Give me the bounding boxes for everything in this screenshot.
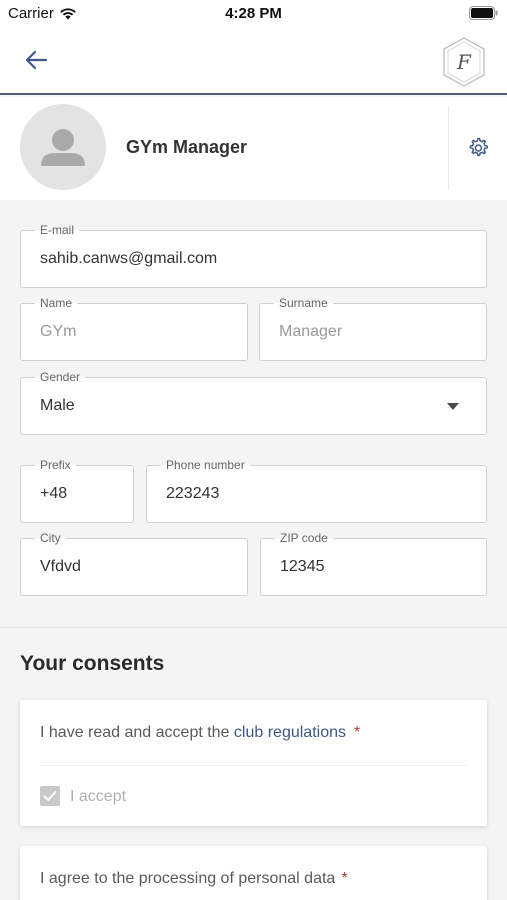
zip-value: 12345 xyxy=(280,558,325,575)
brand-logo: F xyxy=(443,37,485,87)
divider xyxy=(448,106,449,190)
logo-letter: F xyxy=(456,50,472,74)
gear-icon[interactable] xyxy=(466,136,490,160)
surname-field[interactable]: Surname Manager xyxy=(259,296,487,361)
city-field[interactable]: City Vfdvd xyxy=(20,531,248,596)
accept-label: I accept xyxy=(70,788,127,805)
back-button[interactable] xyxy=(20,46,52,74)
required-marker: * xyxy=(341,870,348,887)
phone-value: 223243 xyxy=(166,485,220,502)
gender-label: Gender xyxy=(35,370,86,384)
email-value: sahib.canws@gmail.com xyxy=(40,250,218,267)
prefix-value: +48 xyxy=(40,485,68,502)
consent-card: I have read and accept the club regulati… xyxy=(20,700,487,826)
surname-label: Surname xyxy=(274,296,333,310)
nav-bar: F xyxy=(0,28,507,95)
caret-down-icon xyxy=(447,403,459,410)
club-regulations-link[interactable]: club regulations xyxy=(234,724,346,741)
card-divider xyxy=(40,765,467,766)
name-value: GYm xyxy=(40,323,77,340)
name-label: Name xyxy=(35,296,78,310)
check-icon xyxy=(43,791,57,801)
consent-text: I have read and accept the club regulati… xyxy=(40,724,360,742)
clock: 4:28 PM xyxy=(225,5,282,22)
city-value: Vfdvd xyxy=(40,558,81,575)
section-divider xyxy=(0,627,507,628)
user-icon xyxy=(41,129,85,166)
arrow-left-icon xyxy=(25,50,48,70)
email-field[interactable]: E-mail sahib.canws@gmail.com xyxy=(20,223,487,288)
accept-checkbox[interactable] xyxy=(40,786,60,806)
consent-text-prefix: I have read and accept the xyxy=(40,724,234,741)
phone-label: Phone number xyxy=(161,458,250,472)
prefix-field[interactable]: Prefix +48 xyxy=(20,458,134,523)
consent-text-prefix: I agree to the processing of personal da… xyxy=(40,870,336,887)
zip-label: ZIP code xyxy=(275,531,333,545)
gender-select[interactable]: Gender Male xyxy=(20,370,487,435)
name-field[interactable]: Name GYm xyxy=(20,296,248,361)
profile-header: GYm Manager xyxy=(0,97,507,200)
surname-value: Manager xyxy=(279,323,343,340)
avatar[interactable] xyxy=(20,104,106,190)
prefix-label: Prefix xyxy=(35,458,76,472)
phone-field[interactable]: Phone number 223243 xyxy=(146,458,487,523)
status-bar: Carrier 4:28 PM xyxy=(0,0,507,28)
city-label: City xyxy=(35,531,66,545)
consent-text: I agree to the processing of personal da… xyxy=(40,870,348,888)
required-marker: * xyxy=(354,724,361,741)
consent-card: I agree to the processing of personal da… xyxy=(20,846,487,900)
zip-field[interactable]: ZIP code 12345 xyxy=(260,531,487,596)
gender-value: Male xyxy=(40,397,75,414)
profile-name: GYm Manager xyxy=(126,137,248,157)
battery-icon xyxy=(469,6,498,20)
consents-title: Your consents xyxy=(20,652,165,675)
email-label: E-mail xyxy=(35,223,80,237)
